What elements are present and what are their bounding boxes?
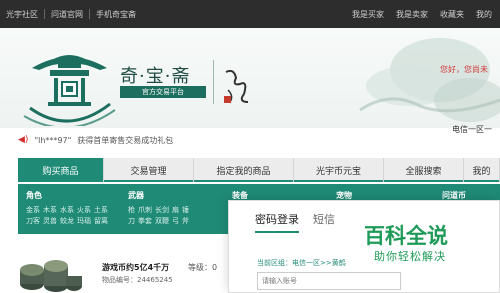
tab-buy-items[interactable]: 购买商品 — [18, 158, 104, 182]
category-item[interactable]: 刀客 — [26, 217, 40, 225]
category-item[interactable]: 弓 — [172, 217, 179, 225]
ink-landscape-decoration — [359, 38, 500, 122]
category-item[interactable]: 木系 — [43, 206, 57, 214]
official-platform-tag: 官方交易平台 — [120, 86, 206, 98]
category-item[interactable]: 爪刺 — [138, 206, 152, 214]
category-item[interactable]: 枪 — [128, 206, 135, 214]
wendao-calligraphy-seal — [224, 69, 249, 103]
announcement-user: "lh***97" — [34, 135, 72, 145]
announcement-message: 获得首单寄售交易成功礼包 — [77, 135, 174, 145]
category-item[interactable]: 长剑 — [155, 206, 169, 214]
nav-link-favorites[interactable]: 收藏夹 — [440, 9, 464, 20]
category-item[interactable]: 扇 — [172, 206, 179, 214]
item-listing[interactable]: 游戏币约5亿4千万 物品编号：24465245 等级：0 — [18, 252, 248, 293]
tab-password-login[interactable]: 密码登录 — [255, 211, 299, 233]
logo-divider — [213, 60, 214, 104]
nav-link-buyer[interactable]: 我是买家 — [352, 9, 384, 20]
category-item[interactable]: 锤 — [182, 206, 189, 214]
megaphone-icon: ◀) — [18, 135, 29, 145]
category-role: 角色 金系 木系 水系 火系 土系 刀客 灵兽 蛟龙 玛瑙 留离 — [26, 190, 114, 227]
category-item[interactable]: 土系 — [94, 206, 108, 214]
category-weapon: 武器 枪爪刺 长剑扇锤 刀拳套 双鞭弓斧 — [128, 190, 216, 227]
site-header: 奇·宝·斋 官方交易平台 您好，您尚未 电信一区一 — [0, 28, 500, 134]
category-item[interactable]: 斧 — [182, 217, 189, 225]
main-tab-bar: 购买商品 交易管理 指定我的商品 光宇币元宝 全服搜索 我的 — [18, 158, 500, 182]
item-level: 等级：0 — [188, 263, 218, 272]
nav-divider — [89, 9, 90, 19]
current-server-region[interactable]: 当前区组：电信一区>>黄鹤 — [257, 258, 346, 268]
category-title[interactable]: 角色 — [26, 190, 114, 201]
tab-server-search[interactable]: 全服搜索 — [384, 158, 464, 182]
category-item[interactable]: 玛瑙 — [77, 217, 91, 225]
category-item[interactable]: 双鞭 — [155, 217, 169, 225]
tab-sms-login[interactable]: 短信 — [313, 211, 335, 233]
nav-divider — [44, 9, 45, 19]
tab-designated-items[interactable]: 指定我的商品 — [194, 158, 294, 182]
category-item[interactable]: 蛟龙 — [60, 217, 74, 225]
category-item[interactable]: 金系 — [26, 206, 40, 214]
nav-link-official-site[interactable]: 问道官网 — [51, 9, 83, 20]
greeting-text: 您好，您尚未 — [440, 65, 488, 74]
announcement-bar: ◀) "lh***97" 获得首单寄售交易成功礼包 — [18, 134, 173, 146]
tab-currency[interactable]: 光宇币元宝 — [294, 158, 384, 182]
top-navigation-bar: 光宇社区 问道官网 手机奇宝斋 我是买家 我是卖家 收藏夹 我的 — [0, 0, 500, 28]
baike-watermark-badge: 百科全说 助你轻松解决 — [364, 220, 464, 266]
nav-link-mine[interactable]: 我的 — [476, 9, 492, 20]
nav-link-mobile[interactable]: 手机奇宝斋 — [96, 9, 136, 20]
item-number: 物品编号：24465245 — [102, 276, 173, 284]
tab-mine[interactable]: 我的 — [464, 158, 500, 182]
category-items: 枪爪刺 长剑扇锤 刀拳套 双鞭弓斧 — [128, 205, 216, 227]
nav-link-seller[interactable]: 我是卖家 — [396, 9, 428, 20]
item-title[interactable]: 游戏币约5亿4千万 — [102, 262, 169, 273]
coin-stack-thumbnail — [20, 260, 82, 292]
pavilion-logo-icon[interactable] — [22, 38, 117, 126]
top-nav-left: 光宇社区 问道官网 手机奇宝斋 — [6, 0, 136, 28]
tab-trade-management[interactable]: 交易管理 — [104, 158, 194, 182]
server-selector-link[interactable]: 电信一区一 — [452, 124, 492, 135]
watermark-subtitle: 助你轻松解决 — [374, 250, 446, 263]
category-item[interactable]: 水系 — [60, 206, 74, 214]
site-logo-name[interactable]: 奇·宝·斋 — [120, 62, 190, 88]
login-tab-bar: 密码登录 短信 — [255, 211, 349, 233]
category-item[interactable]: 留离 — [94, 217, 108, 225]
nav-link-community[interactable]: 光宇社区 — [6, 9, 38, 20]
category-item[interactable]: 灵兽 — [43, 217, 57, 225]
category-items: 金系 木系 水系 火系 土系 刀客 灵兽 蛟龙 玛瑙 留离 — [26, 205, 114, 227]
account-input[interactable] — [257, 272, 401, 290]
watermark-title: 百科全说 — [364, 224, 448, 248]
category-item[interactable]: 火系 — [77, 206, 91, 214]
top-nav-right: 我是买家 我是卖家 收藏夹 我的 — [352, 0, 492, 28]
category-item[interactable]: 刀 — [128, 217, 135, 225]
category-item[interactable]: 拳套 — [138, 217, 152, 225]
category-title[interactable]: 武器 — [128, 190, 216, 201]
